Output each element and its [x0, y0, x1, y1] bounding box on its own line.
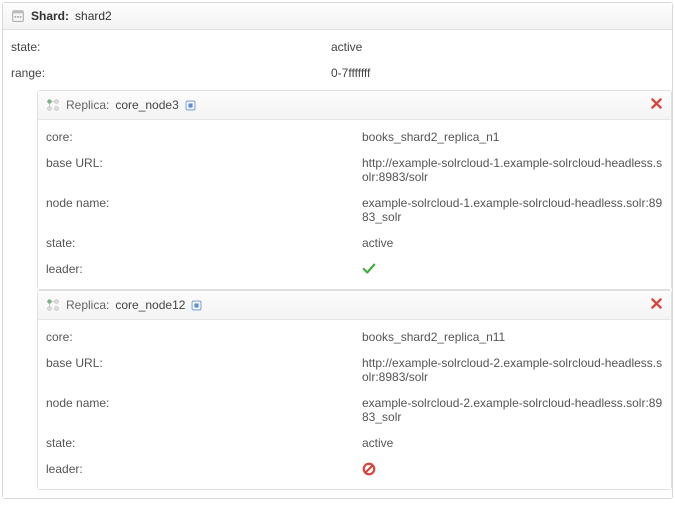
- shard-row: range:0-7fffffff: [3, 60, 672, 86]
- kv-key: base URL:: [46, 356, 362, 384]
- replica-row: core:books_shard2_replica_n1: [38, 124, 671, 150]
- replica-header-label: Replica:: [66, 298, 109, 312]
- kv-key: range:: [11, 66, 331, 80]
- kv-key: node name:: [46, 196, 362, 224]
- replica-panel: Replica: core_node12 core:books_shard2_rep…: [37, 290, 672, 490]
- replica-header[interactable]: Replica: core_node12: [38, 291, 671, 320]
- shard-row: state:active: [3, 34, 672, 60]
- kv-key: core:: [46, 130, 362, 144]
- kv-key: core:: [46, 330, 362, 344]
- kv-val: books_shard2_replica_n11: [362, 330, 663, 344]
- replica-row: base URL:http://example-solrcloud-1.exam…: [38, 150, 671, 190]
- kv-val: books_shard2_replica_n1: [362, 130, 663, 144]
- replica-header-name: core_node3: [115, 98, 178, 112]
- kv-val: [362, 262, 663, 279]
- replica-row: state:active: [38, 230, 671, 256]
- kv-val: example-solrcloud-1.example-solrcloud-he…: [362, 196, 663, 224]
- leader-true-icon: [362, 262, 376, 276]
- kv-key: node name:: [46, 396, 362, 424]
- replica-row: node name:example-solrcloud-1.example-so…: [38, 190, 671, 230]
- replica-link-icon[interactable]: [185, 100, 196, 111]
- shard-header-name: shard2: [75, 9, 112, 23]
- shard-header[interactable]: Shard: shard2: [3, 3, 672, 30]
- delete-replica-button[interactable]: [650, 297, 663, 310]
- kv-key: leader:: [46, 462, 362, 479]
- kv-key: state:: [46, 236, 362, 250]
- kv-key: base URL:: [46, 156, 362, 184]
- kv-key: state:: [46, 436, 362, 450]
- kv-val: 0-7fffffff: [331, 66, 664, 80]
- kv-val: example-solrcloud-2.example-solrcloud-he…: [362, 396, 663, 424]
- replica-body: core:books_shard2_replica_n11base URL:ht…: [38, 320, 671, 489]
- kv-key: leader:: [46, 262, 362, 279]
- replica-link-icon[interactable]: [191, 300, 202, 311]
- kv-val: http://example-solrcloud-2.example-solrc…: [362, 356, 663, 384]
- replica-panel: Replica: core_node3 core:books_shard2_repl…: [37, 90, 672, 290]
- kv-key: state:: [11, 40, 331, 54]
- replica-header-name: core_node12: [115, 298, 185, 312]
- kv-val: active: [331, 40, 664, 54]
- kv-val: active: [362, 236, 663, 250]
- kv-val: [362, 462, 663, 479]
- replica-row: leader:: [38, 456, 671, 485]
- replica-row: state:active: [38, 430, 671, 456]
- replica-icon: [46, 298, 60, 312]
- replica-row: node name:example-solrcloud-2.example-so…: [38, 390, 671, 430]
- delete-replica-button[interactable]: [650, 97, 663, 110]
- replica-row: core:books_shard2_replica_n11: [38, 324, 671, 350]
- replica-row: leader:: [38, 256, 671, 285]
- shard-header-label: Shard:: [31, 9, 69, 23]
- shard-panel: Shard: shard2 state:activerange:0-7fffff…: [2, 2, 673, 499]
- shard-icon: [11, 9, 25, 23]
- replica-header-label: Replica:: [66, 98, 109, 112]
- leader-false-icon: [362, 462, 376, 476]
- replica-header[interactable]: Replica: core_node3: [38, 91, 671, 120]
- replica-row: base URL:http://example-solrcloud-2.exam…: [38, 350, 671, 390]
- replica-icon: [46, 98, 60, 112]
- replica-body: core:books_shard2_replica_n1base URL:htt…: [38, 120, 671, 289]
- shard-body: state:activerange:0-7fffffff Replica:cor…: [3, 30, 672, 498]
- kv-val: http://example-solrcloud-1.example-solrc…: [362, 156, 663, 184]
- kv-val: active: [362, 436, 663, 450]
